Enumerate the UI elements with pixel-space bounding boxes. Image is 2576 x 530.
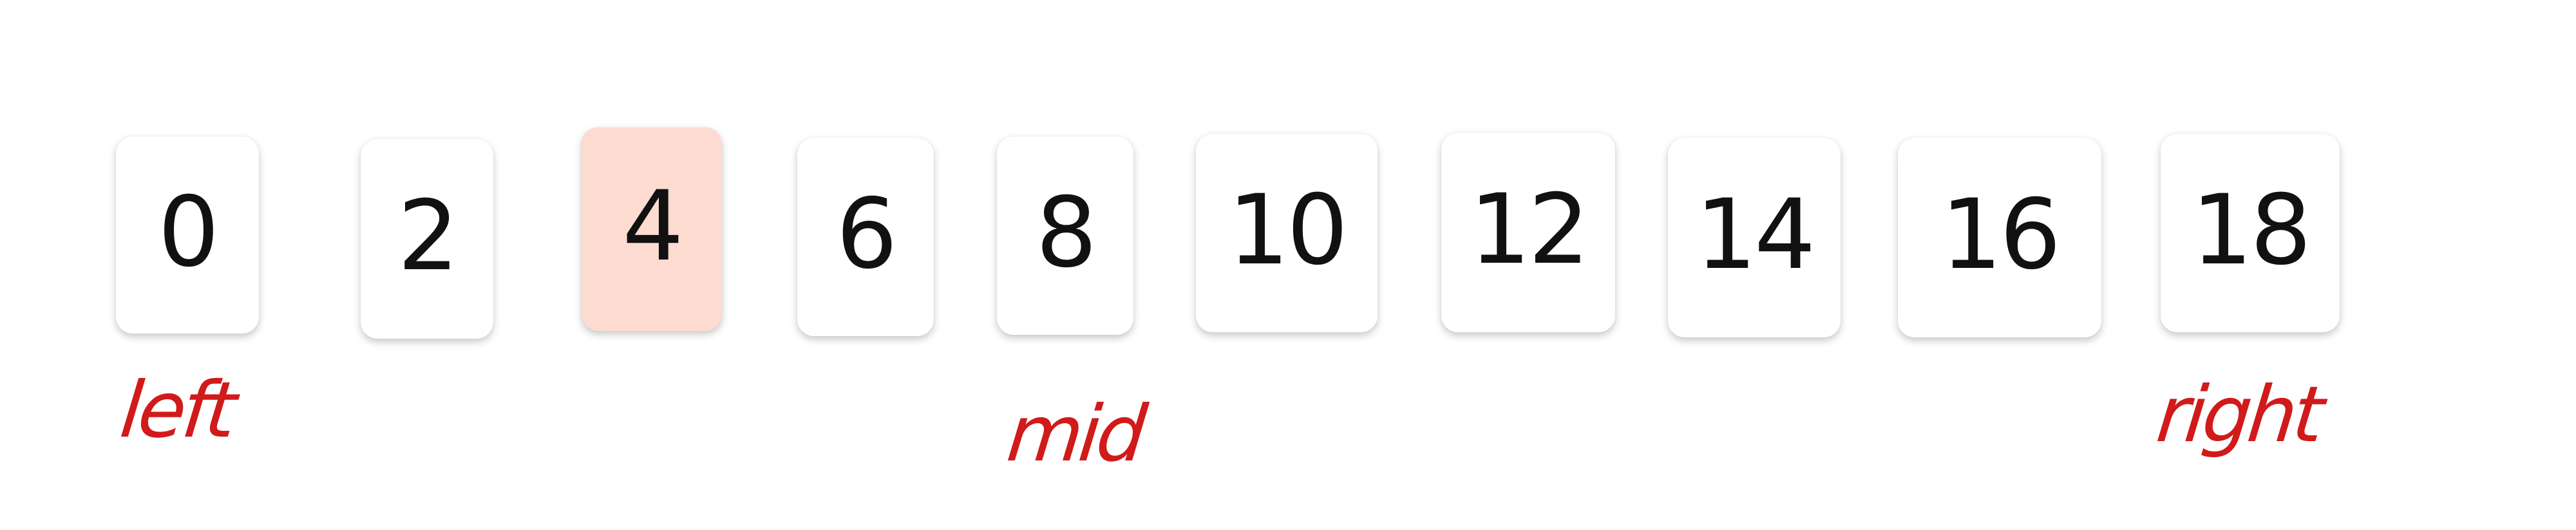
array-value: 18	[2191, 175, 2312, 287]
array-value: 0	[158, 176, 219, 289]
mid-pointer-label: mid	[1003, 390, 1147, 479]
array-cell-4: 8	[997, 137, 1133, 335]
array-value: 14	[1695, 179, 1816, 291]
array-cell-9: 18	[2161, 134, 2340, 332]
array-value: 10	[1227, 175, 1349, 287]
right-pointer-label: right	[2152, 370, 2325, 460]
array-cell-8: 16	[1898, 138, 2101, 337]
array-cell-6: 12	[1441, 133, 1615, 332]
array-value: 2	[397, 180, 459, 292]
array-cell-3: 6	[797, 138, 934, 336]
array-cell-2-highlighted: 4	[582, 128, 722, 331]
array-value: 6	[836, 178, 897, 290]
array-cell-1: 2	[361, 139, 493, 339]
array-value: 4	[622, 171, 683, 283]
array-value: 16	[1940, 179, 2061, 291]
array-value: 8	[1036, 177, 1097, 289]
array-cell-0: 0	[116, 137, 259, 334]
left-pointer-label: left	[116, 366, 237, 455]
array-cell-7: 14	[1668, 138, 1841, 337]
array-cell-5: 10	[1196, 134, 1378, 332]
array-value: 12	[1469, 174, 1590, 286]
